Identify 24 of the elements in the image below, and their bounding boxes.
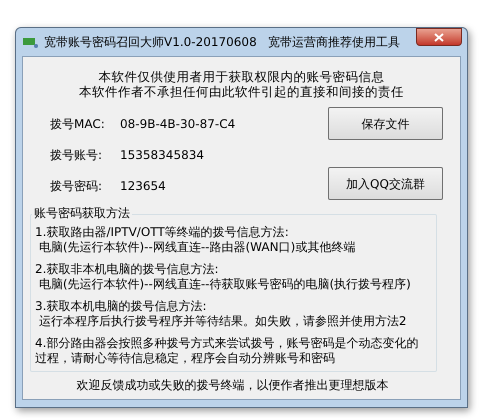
field-value: 08-9B-4B-30-87-C4 [120,116,236,132]
window-title: 宽带账号密码召回大师V1.0-20170608 宽带运营商推荐使用工具 [44,34,400,51]
group-legend: 账号密码获取方法 [32,206,132,221]
notice-text: 本软件作者不承担任何由此软件引起的直接和间接的责任 [79,84,404,99]
field-value: 123654 [120,178,166,194]
dialog-button[interactable]: 保存文件 [328,107,443,140]
field-label: 拨号密码: [50,178,104,194]
method-text: 运行本程序后执行拨号程序并等待结果。如失败，请参照并使用方法2 [38,314,408,329]
method-text: 4.部分路由器会按照多种拨号方式来尝试拨号，账号密码是个动态变化的 [35,336,420,351]
method-text: 电脑(先运行本软件)--网线直连--待获取账号密码的电脑(执行拨号程序) [38,277,412,292]
app-icon [23,36,39,48]
method-text: 过程，请耐心等待信息稳定，程序会自动分辨账号和密码 [35,351,336,366]
field-value: 15358345834 [120,146,204,164]
method-text: 电脑(先运行本软件)--网线直连--路由器(WAN口)或其他终端 [38,240,356,255]
method-text: 2.获取非本机电脑的拨号信息方法: [35,262,220,277]
field-label: 拨号账号: [50,146,104,164]
footer-text: 欢迎反馈成功或失败的拨号终端，以便作者推出更理想版本 [76,378,388,393]
method-text: 1.获取路由器/IPTV/OTT等终端的拨号信息方法: [35,225,290,240]
close-button[interactable] [416,28,462,46]
dialog-button[interactable]: 加入QQ交流群 [328,167,443,200]
notice-text: 本软件仅供使用者用于获取权限内的账号密码信息 [98,69,384,84]
method-text: 3.获取本机电脑的拨号信息方法: [35,299,208,314]
field-label: 拨号MAC: [50,116,106,132]
close-icon [434,32,444,42]
